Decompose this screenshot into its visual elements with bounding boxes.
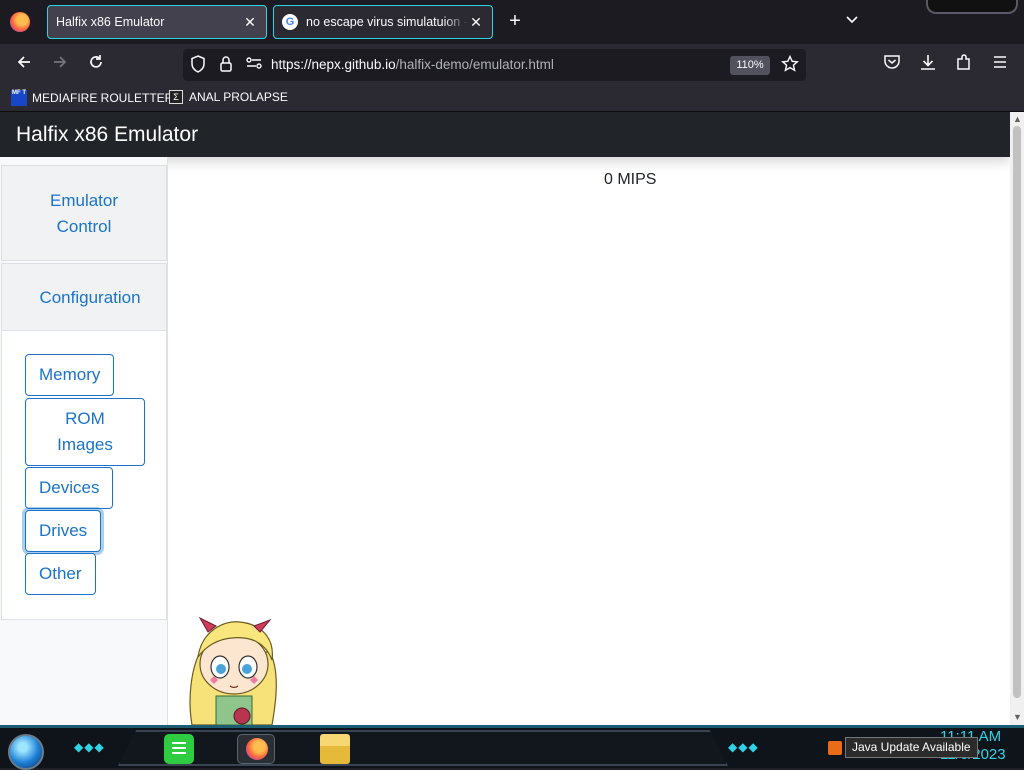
zoom-indicator[interactable]: 110% [730,56,770,75]
permissions-icon[interactable] [245,55,263,75]
lock-icon[interactable] [219,55,233,77]
notes-app-icon[interactable] [164,734,194,764]
window-decoration [926,0,1018,14]
configuration-panel: Memory ROM Images Devices Drives Other [1,330,167,620]
devices-button[interactable]: Devices [25,467,114,509]
download-icon[interactable] [916,53,940,77]
page-scrollbar[interactable]: ▲ ▼ [1010,112,1024,725]
tab-halfix[interactable]: Halfix x86 Emulator ✕ [47,5,267,39]
decoration-icon: ◆◆◆ [74,740,105,754]
memory-button[interactable]: Memory [25,354,115,396]
shield-icon[interactable] [190,55,206,77]
java-icon[interactable] [828,741,842,755]
url-host: https://nepx.github.io [271,57,396,72]
close-icon[interactable]: ✕ [468,14,484,31]
close-icon[interactable]: ✕ [242,14,258,31]
url-bar[interactable]: https://nepx.github.io/halfix-demo/emula… [183,49,806,81]
page-title: Halfix x86 Emulator [0,112,1010,157]
button-label: Images [57,435,113,454]
forward-icon[interactable] [48,53,72,77]
start-button[interactable] [8,734,44,770]
taskbar-frame [118,730,728,766]
java-update-tooltip: Java Update Available [845,737,978,758]
url-text[interactable]: https://nepx.github.io/halfix-demo/emula… [271,57,554,72]
list-tabs-button[interactable] [845,12,859,28]
new-tab-button[interactable]: + [503,10,527,33]
button-label: ROM [65,409,105,428]
other-button[interactable]: Other [25,553,96,595]
sidebar-item-label: Configuration [39,288,141,307]
bookmark-icon: Σ [169,90,183,104]
sidebar-item-label: Emulator [49,191,119,210]
tab-google-search[interactable]: G no escape virus simulatuion - G ✕ [273,5,493,39]
file-explorer-icon[interactable] [320,734,350,764]
pocket-icon[interactable] [880,53,904,77]
sidebar-item-label: Control [56,217,112,236]
sidebar-item-configuration[interactable]: Configuration [1,263,167,331]
reload-icon[interactable] [84,53,108,77]
chevron-down-icon [846,16,858,24]
bookmark-label: ANAL PROLAPSE [189,90,288,104]
firefox-icon[interactable] [10,12,30,32]
url-path: /halfix-demo/emulator.html [395,57,554,72]
sidebar-item-emulator-control[interactable]: Emulator Control [1,165,167,261]
mediafire-icon: MF T [11,90,27,106]
tab-title: Halfix x86 Emulator [56,15,165,29]
mips-counter: 0 MIPS [604,171,657,188]
extensions-icon[interactable] [952,53,976,77]
star-icon[interactable] [781,54,799,77]
scroll-thumb[interactable] [1013,126,1021,698]
scroll-down-icon[interactable]: ▼ [1013,712,1022,722]
bookmark-mediafire[interactable]: MF T MEDIAFIRE ROULETTER [11,90,173,106]
scroll-up-icon[interactable]: ▲ [1013,114,1022,124]
firefox-taskbar-icon[interactable] [237,734,275,764]
decoration-icon: ◆◆◆ [728,740,759,754]
menu-icon[interactable] [988,53,1012,77]
tab-strip: Halfix x86 Emulator ✕ G no escape virus … [0,0,1024,44]
bookmarks-toolbar: MF T MEDIAFIRE ROULETTER Σ ANAL PROLAPSE [0,86,1024,112]
desktop-mascot-image [189,616,277,726]
drives-button[interactable]: Drives [25,510,102,552]
sidebar: Emulator Control Configuration Memory RO… [0,157,168,725]
bookmark-second[interactable]: Σ ANAL PROLAPSE [169,90,288,104]
web-page: Halfix x86 Emulator Emulator Control Con… [0,112,1010,725]
rom-images-button[interactable]: ROM Images [25,398,145,466]
back-icon[interactable] [12,53,36,77]
tab-title: no escape virus simulatuion - G [306,15,468,29]
bookmark-label: MEDIAFIRE ROULETTER [32,91,174,105]
navigation-toolbar: https://nepx.github.io/halfix-demo/emula… [0,44,1024,86]
google-icon: G [282,14,298,30]
